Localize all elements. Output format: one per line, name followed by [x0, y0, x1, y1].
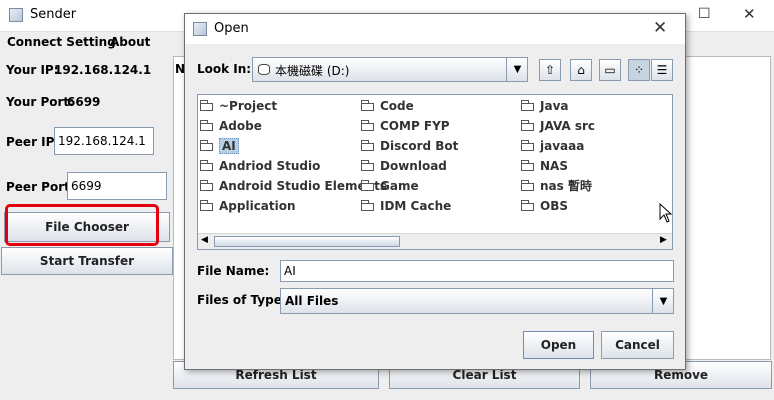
menu-about[interactable]: About [110, 35, 150, 49]
folder-icon [361, 180, 375, 191]
folder-icon [200, 100, 214, 111]
file-item-label: Discord Bot [380, 139, 459, 153]
horizontal-scrollbar[interactable]: ◀ ▶ [198, 233, 672, 249]
folder-icon [200, 160, 214, 171]
maximize-icon[interactable]: ☐ [698, 6, 711, 22]
file-item-label: nas 暫時 [540, 179, 592, 193]
look-in-value: 本機磁碟 (D:) [275, 64, 350, 78]
folder-icon [200, 140, 214, 151]
peer-port-field[interactable]: 6699 [67, 172, 167, 200]
file-chooser-highlight [5, 204, 159, 246]
folder-icon [200, 120, 214, 131]
details-view-icon[interactable]: ☰ [651, 59, 673, 81]
file-item-label: Andriod Studio [219, 159, 321, 173]
your-ip-label: Your IP: [6, 63, 59, 77]
close-icon[interactable]: ✕ [743, 5, 756, 23]
file-name-input[interactable]: AI [280, 260, 674, 282]
file-list-item[interactable]: NAS [521, 157, 568, 175]
open-button[interactable]: Open [523, 331, 594, 359]
dialog-title: Open [214, 21, 249, 36]
start-transfer-button[interactable]: Start Transfer [1, 247, 173, 275]
file-list-item[interactable]: nas 暫時 [521, 177, 592, 195]
open-dialog: Open ✕ Look In: 本機磁碟 (D:) ▼ ⇧ ⌂ ▭ ⁘ ☰ ~P… [184, 13, 686, 370]
new-folder-icon[interactable]: ▭ [599, 59, 621, 81]
file-list: ~Project Adobe AI Andriod Studio Android Stu… [197, 94, 673, 250]
file-item-label: Download [380, 159, 447, 173]
file-list-item[interactable]: IDM Cache [361, 197, 451, 215]
scrollbar-thumb[interactable] [214, 236, 400, 247]
file-list-item[interactable]: Game [361, 177, 419, 195]
folder-icon [521, 120, 535, 131]
peer-ip-label: Peer IP: [6, 135, 60, 149]
scroll-right-icon[interactable]: ▶ [660, 235, 667, 245]
folder-icon [361, 120, 375, 131]
file-list-item[interactable]: Application [200, 197, 296, 215]
folder-icon [521, 100, 535, 111]
file-item-label: Java [540, 99, 569, 113]
up-folder-icon[interactable]: ⇧ [539, 59, 561, 81]
folder-icon [521, 180, 535, 191]
files-of-type-label: Files of Type: [197, 293, 287, 307]
folder-icon [200, 180, 214, 191]
file-item-label: NAS [540, 159, 568, 173]
file-list-item[interactable]: Discord Bot [361, 137, 458, 155]
sender-title: Sender [30, 7, 77, 22]
peer-port-label: Peer Port: [6, 180, 75, 194]
file-item-label: Adobe [219, 119, 262, 133]
dialog-app-icon [193, 22, 207, 36]
file-list-item[interactable]: JAVA src [521, 117, 595, 135]
file-list-item[interactable]: COMP FYP [361, 117, 450, 135]
menu-connect-setting[interactable]: Connect Setting [7, 35, 116, 49]
drive-icon [258, 64, 270, 75]
file-list-item[interactable]: Code [361, 97, 414, 115]
folder-icon [521, 200, 535, 211]
file-name-label: File Name: [197, 264, 270, 278]
your-port-label: Your Port: [6, 95, 74, 109]
file-list-item[interactable]: Adobe [200, 117, 262, 135]
home-icon[interactable]: ⌂ [570, 59, 592, 81]
folder-icon [361, 200, 375, 211]
file-list-item[interactable]: javaaa [521, 137, 584, 155]
dialog-close-icon[interactable]: ✕ [653, 18, 667, 38]
file-list-item[interactable]: ~Project [200, 97, 277, 115]
file-list-item[interactable]: AI [200, 137, 239, 155]
file-item-label: AI [219, 138, 239, 154]
file-item-label: JAVA src [540, 119, 596, 133]
peer-ip-field[interactable]: 192.168.124.1 [54, 127, 154, 155]
cancel-button[interactable]: Cancel [601, 331, 674, 359]
look-in-label: Look In: [197, 62, 252, 76]
scroll-left-icon[interactable]: ◀ [201, 235, 208, 245]
file-item-label: IDM Cache [380, 199, 452, 213]
your-ip-value: 192.168.124.1 [54, 63, 152, 77]
file-items: ~Project Adobe AI Andriod Studio Android Stu… [198, 95, 672, 231]
folder-icon [200, 200, 214, 211]
file-item-label: ~Project [219, 99, 278, 113]
files-of-type-combo[interactable]: All Files ▼ [280, 288, 674, 314]
look-in-dropdown-icon[interactable]: ▼ [506, 58, 528, 81]
file-item-label: Game [380, 179, 419, 193]
file-list-item[interactable]: Android Studio Elements [200, 177, 387, 195]
file-list-item[interactable]: Java [521, 97, 568, 115]
folder-icon [361, 100, 375, 111]
your-port-value: 6699 [67, 95, 101, 109]
file-item-label: Code [380, 99, 414, 113]
file-item-label: Application [219, 199, 296, 213]
file-item-label: COMP FYP [380, 119, 450, 133]
folder-icon [361, 160, 375, 171]
dialog-titlebar: Open ✕ [185, 14, 685, 44]
app-icon [9, 8, 23, 22]
list-view-icon[interactable]: ⁘ [628, 59, 650, 81]
folder-icon [521, 140, 535, 151]
file-item-label: javaaa [540, 139, 585, 153]
look-in-combo[interactable]: 本機磁碟 (D:) ▼ [252, 57, 528, 82]
file-list-item[interactable]: OBS [521, 197, 568, 215]
files-of-type-dropdown-icon[interactable]: ▼ [652, 289, 674, 313]
file-item-label: OBS [540, 199, 568, 213]
folder-icon [521, 160, 535, 171]
files-of-type-value: All Files [285, 294, 339, 308]
mouse-cursor-icon [659, 203, 673, 223]
file-list-item[interactable]: Andriod Studio [200, 157, 320, 175]
file-list-item[interactable]: Download [361, 157, 447, 175]
folder-icon [361, 140, 375, 151]
